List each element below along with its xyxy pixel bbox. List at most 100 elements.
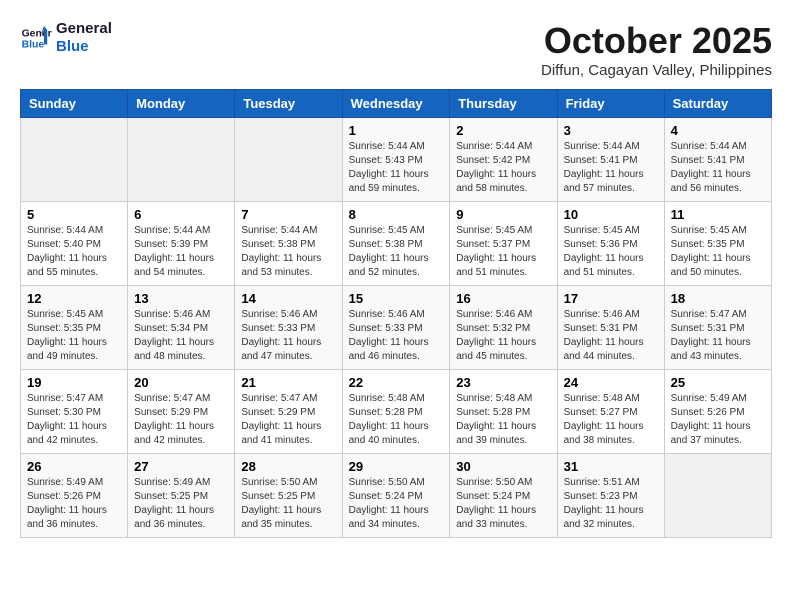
day-info: Sunrise: 5:46 AMSunset: 5:31 PMDaylight:… — [564, 308, 658, 364]
day-number: 9 — [456, 207, 550, 222]
day-number: 19 — [27, 375, 121, 390]
weekday-header: Sunday — [21, 90, 128, 118]
day-info: Sunrise: 5:46 AMSunset: 5:33 PMDaylight:… — [241, 308, 335, 364]
calendar-cell: 21 Sunrise: 5:47 AMSunset: 5:29 PMDaylig… — [235, 370, 342, 454]
day-number: 27 — [134, 459, 228, 474]
day-number: 2 — [456, 123, 550, 138]
weekday-header: Tuesday — [235, 90, 342, 118]
calendar-cell: 23 Sunrise: 5:48 AMSunset: 5:28 PMDaylig… — [450, 370, 557, 454]
day-info: Sunrise: 5:45 AMSunset: 5:37 PMDaylight:… — [456, 224, 550, 280]
calendar-cell: 2 Sunrise: 5:44 AMSunset: 5:42 PMDayligh… — [450, 118, 557, 202]
day-number: 12 — [27, 291, 121, 306]
location-subtitle: Diffun, Cagayan Valley, Philippines — [541, 62, 772, 79]
day-info: Sunrise: 5:47 AMSunset: 5:30 PMDaylight:… — [27, 392, 121, 448]
weekday-header: Thursday — [450, 90, 557, 118]
calendar-cell: 18 Sunrise: 5:47 AMSunset: 5:31 PMDaylig… — [664, 286, 771, 370]
day-info: Sunrise: 5:46 AMSunset: 5:32 PMDaylight:… — [456, 308, 550, 364]
calendar-week-row: 19 Sunrise: 5:47 AMSunset: 5:30 PMDaylig… — [21, 370, 772, 454]
day-info: Sunrise: 5:51 AMSunset: 5:23 PMDaylight:… — [564, 476, 658, 532]
day-info: Sunrise: 5:48 AMSunset: 5:28 PMDaylight:… — [456, 392, 550, 448]
day-info: Sunrise: 5:47 AMSunset: 5:31 PMDaylight:… — [671, 308, 765, 364]
day-number: 26 — [27, 459, 121, 474]
day-info: Sunrise: 5:47 AMSunset: 5:29 PMDaylight:… — [134, 392, 228, 448]
day-number: 15 — [349, 291, 444, 306]
calendar-cell: 10 Sunrise: 5:45 AMSunset: 5:36 PMDaylig… — [557, 202, 664, 286]
calendar-cell: 11 Sunrise: 5:45 AMSunset: 5:35 PMDaylig… — [664, 202, 771, 286]
day-info: Sunrise: 5:49 AMSunset: 5:26 PMDaylight:… — [671, 392, 765, 448]
calendar-cell: 25 Sunrise: 5:49 AMSunset: 5:26 PMDaylig… — [664, 370, 771, 454]
logo-blue: Blue — [56, 38, 112, 56]
calendar-week-row: 1 Sunrise: 5:44 AMSunset: 5:43 PMDayligh… — [21, 118, 772, 202]
day-number: 13 — [134, 291, 228, 306]
day-number: 7 — [241, 207, 335, 222]
calendar-cell: 29 Sunrise: 5:50 AMSunset: 5:24 PMDaylig… — [342, 454, 450, 538]
svg-text:General: General — [22, 28, 52, 39]
calendar-cell: 3 Sunrise: 5:44 AMSunset: 5:41 PMDayligh… — [557, 118, 664, 202]
calendar-week-row: 12 Sunrise: 5:45 AMSunset: 5:35 PMDaylig… — [21, 286, 772, 370]
logo-general: General — [56, 20, 112, 38]
calendar-cell: 15 Sunrise: 5:46 AMSunset: 5:33 PMDaylig… — [342, 286, 450, 370]
day-info: Sunrise: 5:44 AMSunset: 5:41 PMDaylight:… — [564, 140, 658, 196]
day-info: Sunrise: 5:44 AMSunset: 5:38 PMDaylight:… — [241, 224, 335, 280]
day-info: Sunrise: 5:48 AMSunset: 5:27 PMDaylight:… — [564, 392, 658, 448]
day-number: 30 — [456, 459, 550, 474]
day-info: Sunrise: 5:48 AMSunset: 5:28 PMDaylight:… — [349, 392, 444, 448]
day-info: Sunrise: 5:50 AMSunset: 5:24 PMDaylight:… — [349, 476, 444, 532]
day-number: 3 — [564, 123, 658, 138]
calendar-cell: 19 Sunrise: 5:47 AMSunset: 5:30 PMDaylig… — [21, 370, 128, 454]
day-number: 6 — [134, 207, 228, 222]
calendar-cell: 4 Sunrise: 5:44 AMSunset: 5:41 PMDayligh… — [664, 118, 771, 202]
calendar-cell: 26 Sunrise: 5:49 AMSunset: 5:26 PMDaylig… — [21, 454, 128, 538]
calendar-cell — [128, 118, 235, 202]
day-number: 25 — [671, 375, 765, 390]
day-number: 8 — [349, 207, 444, 222]
logo-icon: General Blue — [20, 22, 52, 54]
day-info: Sunrise: 5:44 AMSunset: 5:43 PMDaylight:… — [349, 140, 444, 196]
calendar-cell: 28 Sunrise: 5:50 AMSunset: 5:25 PMDaylig… — [235, 454, 342, 538]
weekday-header: Saturday — [664, 90, 771, 118]
day-number: 10 — [564, 207, 658, 222]
day-number: 17 — [564, 291, 658, 306]
weekday-header: Friday — [557, 90, 664, 118]
calendar-cell: 13 Sunrise: 5:46 AMSunset: 5:34 PMDaylig… — [128, 286, 235, 370]
day-number: 14 — [241, 291, 335, 306]
calendar-cell — [235, 118, 342, 202]
calendar-cell: 14 Sunrise: 5:46 AMSunset: 5:33 PMDaylig… — [235, 286, 342, 370]
weekday-header: Wednesday — [342, 90, 450, 118]
svg-text:Blue: Blue — [22, 40, 45, 51]
calendar-cell: 22 Sunrise: 5:48 AMSunset: 5:28 PMDaylig… — [342, 370, 450, 454]
day-info: Sunrise: 5:47 AMSunset: 5:29 PMDaylight:… — [241, 392, 335, 448]
day-number: 23 — [456, 375, 550, 390]
calendar-cell: 1 Sunrise: 5:44 AMSunset: 5:43 PMDayligh… — [342, 118, 450, 202]
day-info: Sunrise: 5:45 AMSunset: 5:38 PMDaylight:… — [349, 224, 444, 280]
calendar-cell: 20 Sunrise: 5:47 AMSunset: 5:29 PMDaylig… — [128, 370, 235, 454]
day-info: Sunrise: 5:46 AMSunset: 5:33 PMDaylight:… — [349, 308, 444, 364]
day-info: Sunrise: 5:50 AMSunset: 5:24 PMDaylight:… — [456, 476, 550, 532]
day-number: 22 — [349, 375, 444, 390]
day-number: 31 — [564, 459, 658, 474]
day-info: Sunrise: 5:45 AMSunset: 5:36 PMDaylight:… — [564, 224, 658, 280]
day-number: 18 — [671, 291, 765, 306]
calendar-cell: 12 Sunrise: 5:45 AMSunset: 5:35 PMDaylig… — [21, 286, 128, 370]
calendar-cell: 16 Sunrise: 5:46 AMSunset: 5:32 PMDaylig… — [450, 286, 557, 370]
day-number: 4 — [671, 123, 765, 138]
day-number: 20 — [134, 375, 228, 390]
day-number: 24 — [564, 375, 658, 390]
calendar-cell: 17 Sunrise: 5:46 AMSunset: 5:31 PMDaylig… — [557, 286, 664, 370]
day-info: Sunrise: 5:45 AMSunset: 5:35 PMDaylight:… — [671, 224, 765, 280]
day-info: Sunrise: 5:45 AMSunset: 5:35 PMDaylight:… — [27, 308, 121, 364]
day-info: Sunrise: 5:44 AMSunset: 5:39 PMDaylight:… — [134, 224, 228, 280]
day-info: Sunrise: 5:50 AMSunset: 5:25 PMDaylight:… — [241, 476, 335, 532]
header: General Blue General Blue October 2025 D… — [20, 20, 772, 79]
day-info: Sunrise: 5:46 AMSunset: 5:34 PMDaylight:… — [134, 308, 228, 364]
calendar-cell: 5 Sunrise: 5:44 AMSunset: 5:40 PMDayligh… — [21, 202, 128, 286]
calendar-cell — [21, 118, 128, 202]
calendar-cell: 9 Sunrise: 5:45 AMSunset: 5:37 PMDayligh… — [450, 202, 557, 286]
calendar-week-row: 26 Sunrise: 5:49 AMSunset: 5:26 PMDaylig… — [21, 454, 772, 538]
day-number: 29 — [349, 459, 444, 474]
calendar-cell: 24 Sunrise: 5:48 AMSunset: 5:27 PMDaylig… — [557, 370, 664, 454]
day-number: 16 — [456, 291, 550, 306]
logo: General Blue General Blue — [20, 20, 112, 56]
calendar-cell: 7 Sunrise: 5:44 AMSunset: 5:38 PMDayligh… — [235, 202, 342, 286]
weekday-header-row: SundayMondayTuesdayWednesdayThursdayFrid… — [21, 90, 772, 118]
